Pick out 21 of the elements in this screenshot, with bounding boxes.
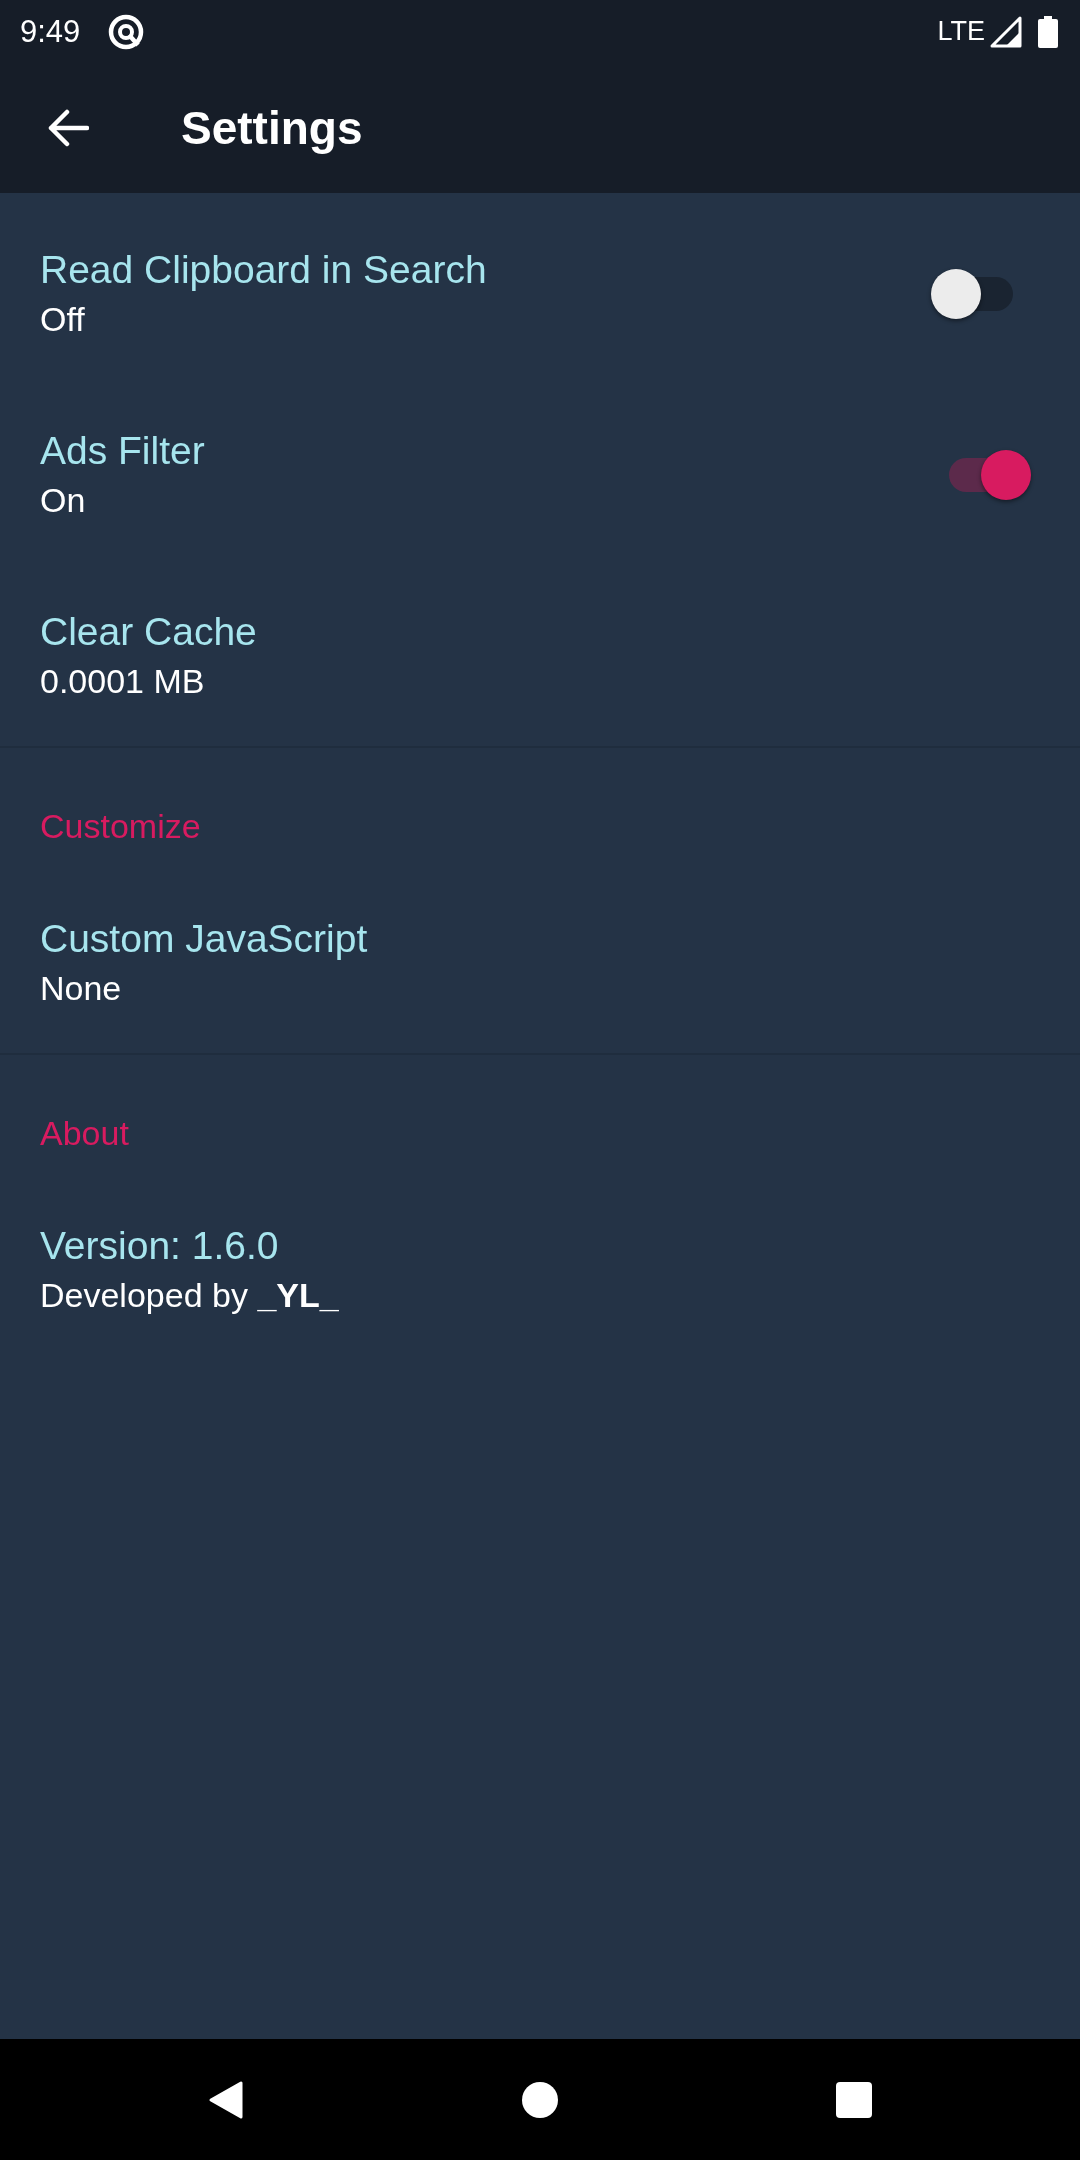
back-arrow-icon[interactable] bbox=[47, 109, 89, 147]
setting-title[interactable]: Ads Filter bbox=[40, 425, 205, 476]
setting-summary: Developed by _YL_ bbox=[40, 1274, 339, 1316]
setting-summary: Off bbox=[40, 298, 85, 340]
setting-summary: On bbox=[40, 479, 86, 521]
setting-title[interactable]: Version: 1.6.0 bbox=[40, 1220, 279, 1271]
battery-icon bbox=[1038, 15, 1058, 48]
setting-summary: 0.0001 MB bbox=[40, 660, 205, 702]
setting-title[interactable]: Custom JavaScript bbox=[40, 913, 368, 964]
recents-icon[interactable] bbox=[836, 2081, 872, 2118]
setting-title[interactable]: Read Clipboard in Search bbox=[40, 244, 487, 295]
back-icon[interactable] bbox=[208, 2079, 244, 2120]
notification-icon bbox=[108, 13, 145, 50]
status-time: 9:49 bbox=[20, 16, 81, 47]
section-header: About bbox=[40, 1113, 129, 1154]
section-header: Customize bbox=[40, 806, 201, 847]
signal-icon bbox=[990, 15, 1022, 48]
network-label: LTE bbox=[937, 18, 985, 45]
home-icon[interactable] bbox=[522, 2081, 558, 2118]
setting-title[interactable]: Clear Cache bbox=[40, 606, 257, 657]
setting-summary: None bbox=[40, 967, 122, 1009]
